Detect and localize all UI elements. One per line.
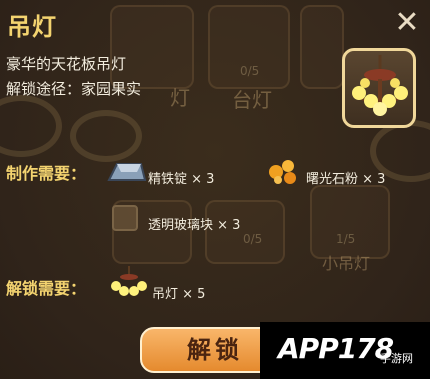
glass-block-icon bbox=[112, 205, 138, 231]
background-tile bbox=[110, 5, 194, 89]
background-ornament bbox=[70, 110, 142, 162]
material-name: 精铁锭 × 3 bbox=[148, 172, 215, 187]
item-preview bbox=[342, 48, 416, 128]
item-description: 豪华的天花板吊灯 bbox=[6, 55, 127, 73]
material-name: 曙光石粉 × 3 bbox=[306, 172, 386, 187]
unlock-requirement: 吊灯 × 5 bbox=[152, 287, 206, 302]
background-counter: 1/5 bbox=[336, 232, 356, 246]
dawnstone-powder-icon bbox=[269, 160, 296, 184]
unlock-label: 解锁需要： bbox=[6, 279, 87, 298]
dialog-title: 吊灯 bbox=[7, 13, 57, 41]
background-tile bbox=[310, 185, 390, 259]
background-counter: 0/5 bbox=[240, 64, 260, 78]
unlock-path-text: 解锁途径：家园果实 bbox=[6, 80, 142, 98]
watermark: APP178 手游网 bbox=[260, 322, 430, 379]
background-tile bbox=[300, 5, 344, 89]
chandelier-icon bbox=[111, 266, 147, 296]
background-label: 灯 bbox=[170, 86, 190, 110]
background-label: 小吊灯 bbox=[322, 254, 371, 273]
watermark-logo: APP178 bbox=[278, 332, 394, 365]
crafting-label: 制作需要： bbox=[6, 164, 87, 183]
iron-ingot-icon bbox=[107, 163, 147, 181]
close-icon[interactable]: ✕ bbox=[390, 6, 424, 40]
background-counter: 0/5 bbox=[243, 232, 263, 246]
watermark-subtitle: 手游网 bbox=[380, 352, 413, 365]
background-ornament bbox=[0, 95, 62, 157]
chandelier-icon bbox=[352, 55, 408, 116]
background-label: 台灯 bbox=[232, 88, 272, 112]
unlock-dialog: 灯 台灯 小吊灯 0/5 0/5 1/5 吊灯 ✕ 豪华的天花板吊灯 解锁途径：… bbox=[0, 0, 430, 379]
material-name: 透明玻璃块 × 3 bbox=[148, 218, 241, 233]
